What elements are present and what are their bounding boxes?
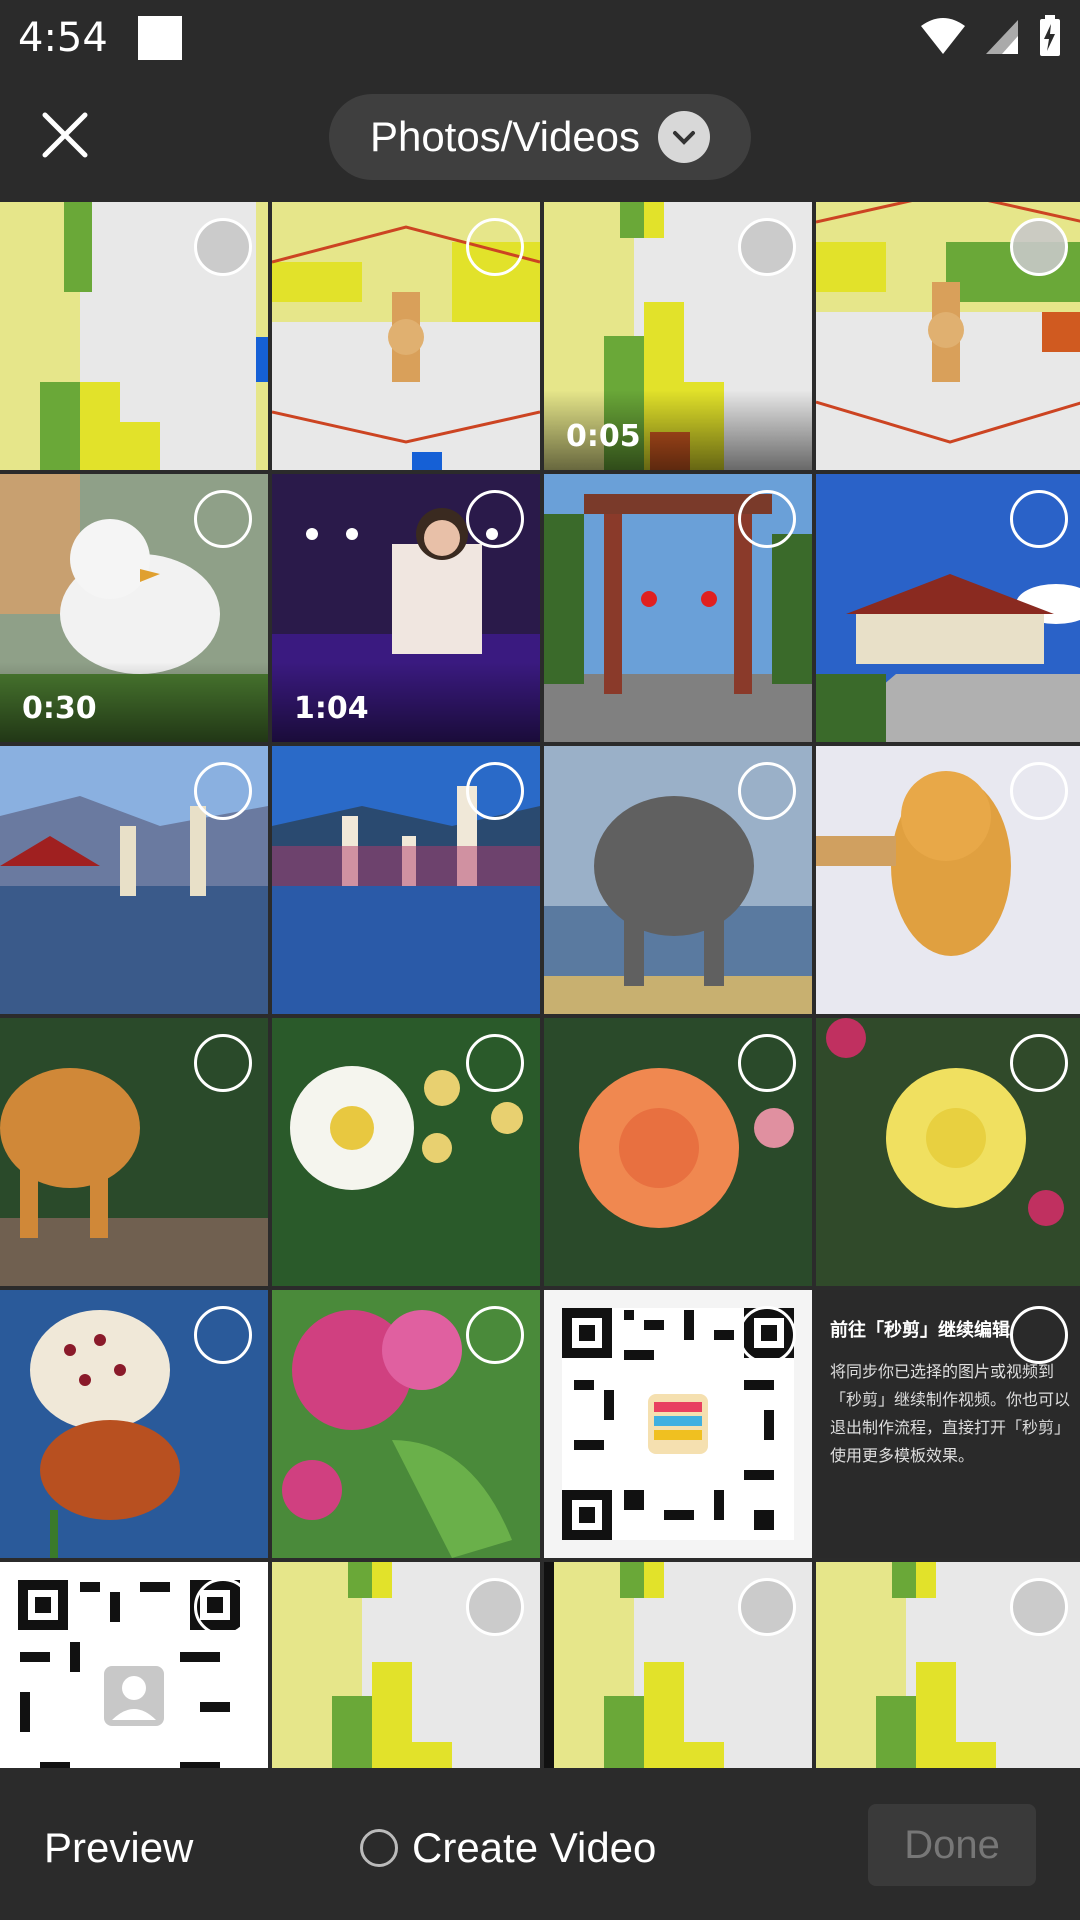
grid-item-19[interactable] bbox=[544, 1290, 812, 1558]
select-circle[interactable] bbox=[1010, 1034, 1068, 1092]
wifi-icon bbox=[921, 18, 965, 54]
grid-item-4[interactable] bbox=[816, 202, 1080, 470]
select-circle[interactable] bbox=[1010, 218, 1068, 276]
grid-item-12[interactable] bbox=[816, 746, 1080, 1014]
select-circle[interactable] bbox=[466, 1306, 524, 1364]
select-circle[interactable] bbox=[466, 490, 524, 548]
video-duration: 0:05 bbox=[566, 419, 641, 454]
video-duration: 0:30 bbox=[22, 691, 97, 726]
grid-item-5[interactable]: 0:30 bbox=[0, 474, 268, 742]
select-circle[interactable] bbox=[738, 218, 796, 276]
create-video-toggle[interactable]: Create Video bbox=[360, 1824, 656, 1872]
close-button[interactable] bbox=[30, 100, 100, 170]
grid-item-24[interactable] bbox=[816, 1562, 1080, 1768]
select-circle[interactable] bbox=[1010, 1578, 1068, 1636]
select-circle[interactable] bbox=[466, 762, 524, 820]
select-circle[interactable] bbox=[194, 218, 252, 276]
select-circle[interactable] bbox=[738, 762, 796, 820]
grid-item-2[interactable] bbox=[272, 202, 540, 470]
grid-item-10[interactable] bbox=[272, 746, 540, 1014]
create-video-label: Create Video bbox=[412, 1824, 657, 1871]
select-circle[interactable] bbox=[194, 1034, 252, 1092]
select-circle[interactable] bbox=[738, 1578, 796, 1636]
status-bar: 4:54 bbox=[0, 0, 1080, 76]
select-circle[interactable] bbox=[194, 1306, 252, 1364]
grid-item-17[interactable] bbox=[0, 1290, 268, 1558]
grid-item-9[interactable] bbox=[0, 746, 268, 1014]
close-icon bbox=[42, 112, 88, 158]
media-grid: 0:05 0:30 1:04 前往「秒剪」继续编辑 将同步你已选择的图片或视频到… bbox=[0, 202, 1080, 1768]
done-button[interactable]: Done bbox=[868, 1804, 1036, 1886]
grid-item-21[interactable] bbox=[0, 1562, 268, 1768]
select-circle[interactable] bbox=[466, 1578, 524, 1636]
select-circle[interactable] bbox=[194, 1578, 252, 1636]
select-circle[interactable] bbox=[194, 762, 252, 820]
chevron-down-icon bbox=[658, 111, 711, 163]
grid-item-1[interactable] bbox=[0, 202, 268, 470]
grid-item-7[interactable] bbox=[544, 474, 812, 742]
select-circle[interactable] bbox=[738, 490, 796, 548]
grid-item-23[interactable] bbox=[544, 1562, 812, 1768]
grid-item-16[interactable] bbox=[816, 1018, 1080, 1286]
grid-item-6[interactable]: 1:04 bbox=[272, 474, 540, 742]
grid-item-15[interactable] bbox=[544, 1018, 812, 1286]
select-circle[interactable] bbox=[738, 1034, 796, 1092]
status-time: 4:54 bbox=[18, 15, 108, 61]
grid-item-3[interactable]: 0:05 bbox=[544, 202, 812, 470]
preview-button[interactable]: Preview bbox=[44, 1824, 193, 1872]
video-duration: 1:04 bbox=[294, 691, 369, 726]
promo-card[interactable]: 前往「秒剪」继续编辑 将同步你已选择的图片或视频到「秒剪」继续制作视频。你也可以… bbox=[816, 1290, 1080, 1558]
bottom-bar: Preview Create Video Done bbox=[0, 1768, 1080, 1920]
grid-item-11[interactable] bbox=[544, 746, 812, 1014]
album-selector[interactable]: Photos/Videos bbox=[329, 94, 751, 180]
select-circle[interactable] bbox=[1010, 1306, 1068, 1364]
grid-item-22[interactable] bbox=[272, 1562, 540, 1768]
grid-item-13[interactable] bbox=[0, 1018, 268, 1286]
status-icons bbox=[920, 14, 1062, 58]
select-circle[interactable] bbox=[194, 490, 252, 548]
select-circle[interactable] bbox=[738, 1306, 796, 1364]
grid-item-8[interactable] bbox=[816, 474, 1080, 742]
notification-icon bbox=[137, 16, 182, 60]
grid-item-14[interactable] bbox=[272, 1018, 540, 1286]
battery-icon bbox=[1040, 15, 1060, 56]
select-circle[interactable] bbox=[1010, 762, 1068, 820]
album-label: Photos/Videos bbox=[369, 113, 641, 160]
select-circle[interactable] bbox=[466, 218, 524, 276]
select-circle[interactable] bbox=[1010, 490, 1068, 548]
promo-body: 将同步你已选择的图片或视频到「秒剪」继续制作视频。你也可以退出制作流程，直接打开… bbox=[830, 1362, 1071, 1465]
header: Photos/Videos bbox=[0, 76, 1080, 200]
select-circle[interactable] bbox=[466, 1034, 524, 1092]
signal-icon bbox=[986, 20, 1018, 54]
grid-item-18[interactable] bbox=[272, 1290, 540, 1558]
radio-icon bbox=[360, 1829, 398, 1867]
